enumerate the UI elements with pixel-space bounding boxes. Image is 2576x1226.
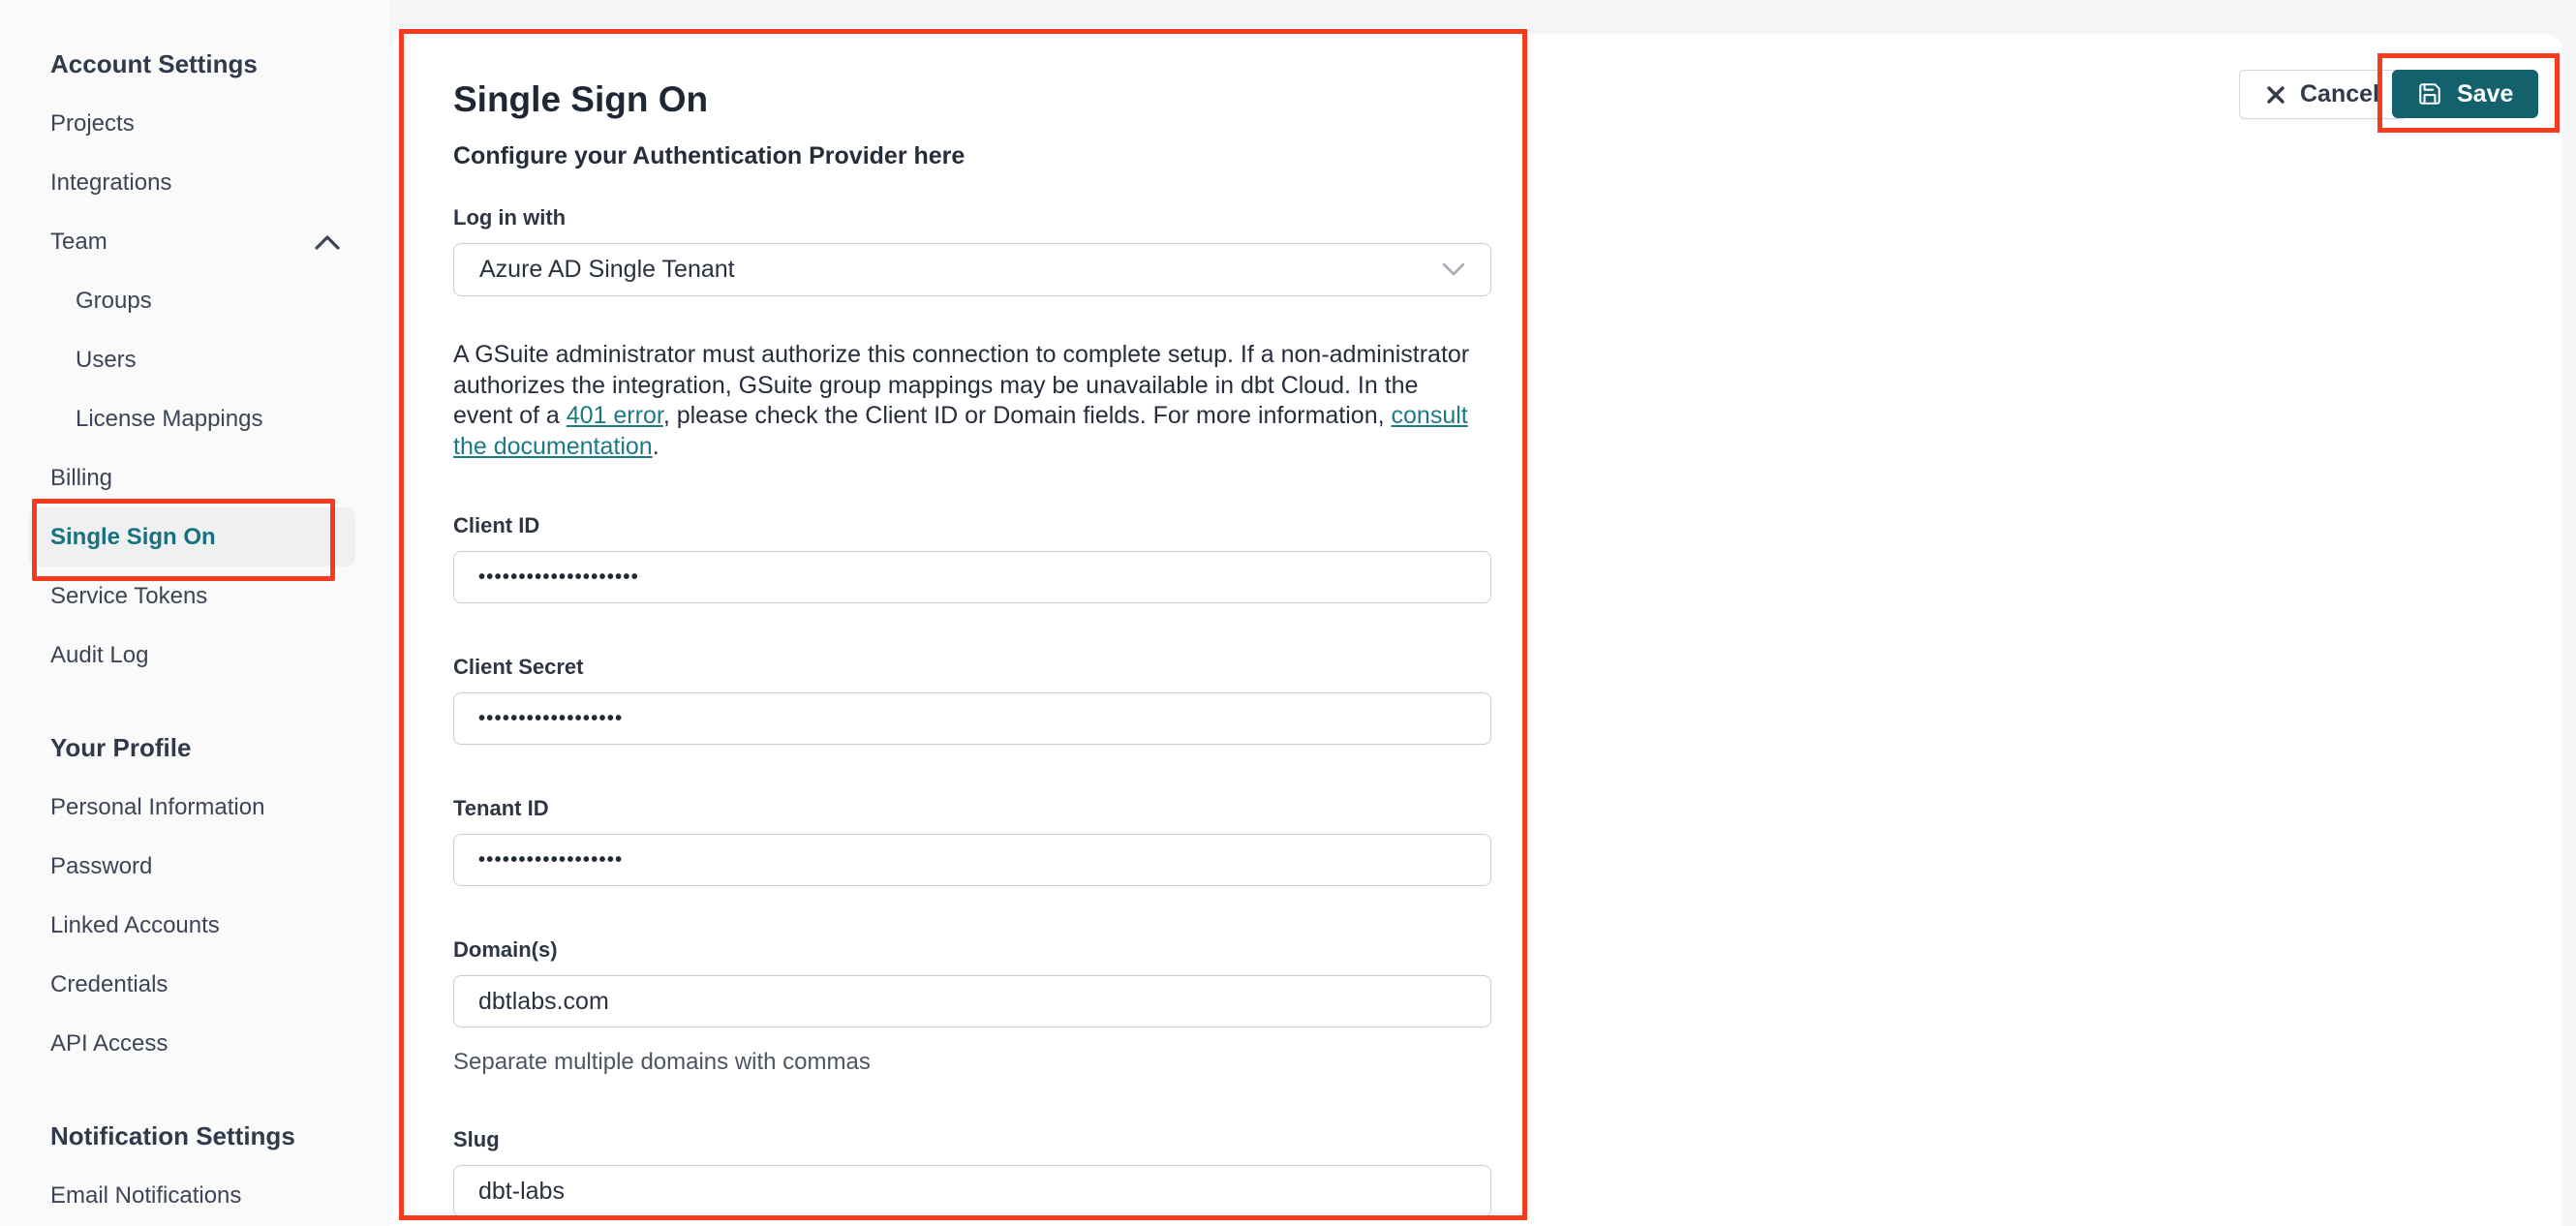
cancel-button-label: Cancel: [2300, 80, 2379, 107]
login-with-selected-value: Azure AD Single Tenant: [479, 256, 735, 283]
save-button-label: Save: [2457, 79, 2514, 107]
cancel-button[interactable]: Cancel: [2239, 70, 2407, 119]
sidebar-section-notification-settings: Notification Settings: [50, 1121, 295, 1150]
sidebar-item-email-notifications[interactable]: Email Notifications: [29, 1166, 355, 1225]
chevron-down-icon: [1442, 262, 1465, 276]
description-text: .: [652, 432, 659, 460]
settings-content-card: Single Sign On Configure your Authentica…: [390, 34, 2562, 1226]
domains-helper-text: Separate multiple domains with commas: [453, 1049, 871, 1075]
client-secret-label: Client Secret: [453, 655, 584, 679]
client-id-group: Client ID: [453, 513, 1491, 603]
sidebar-item-credentials[interactable]: Credentials: [29, 955, 355, 1014]
settings-sidebar: Account Settings Projects Integrations T…: [0, 0, 390, 1226]
domains-input[interactable]: [453, 975, 1491, 1027]
close-icon: [2267, 85, 2285, 104]
sidebar-item-single-sign-on[interactable]: Single Sign On: [29, 507, 355, 567]
sidebar-item-projects[interactable]: Projects: [29, 94, 355, 153]
sidebar-item-billing[interactable]: Billing: [29, 448, 355, 507]
client-id-input[interactable]: [453, 551, 1491, 603]
client-id-label: Client ID: [453, 513, 540, 537]
login-with-group: Log in with Azure AD Single Tenant: [453, 205, 1491, 296]
login-with-select[interactable]: Azure AD Single Tenant: [453, 243, 1491, 296]
sidebar-item-service-tokens[interactable]: Service Tokens: [29, 567, 355, 626]
sidebar-item-groups[interactable]: Groups: [29, 271, 355, 330]
sso-form: Single Sign On Configure your Authentica…: [453, 34, 1491, 1217]
tenant-id-group: Tenant ID: [453, 796, 1491, 886]
sidebar-item-label: Team: [50, 228, 107, 255]
tenant-id-input[interactable]: [453, 834, 1491, 886]
sidebar-item-integrations[interactable]: Integrations: [29, 153, 355, 212]
sidebar-item-personal-information[interactable]: Personal Information: [29, 778, 355, 837]
client-secret-group: Client Secret: [453, 655, 1491, 745]
chevron-up-icon: [315, 234, 340, 250]
domains-label: Domain(s): [453, 937, 558, 962]
provider-description: A GSuite administrator must authorize th…: [453, 340, 1480, 462]
sidebar-item-linked-accounts[interactable]: Linked Accounts: [29, 896, 355, 955]
sidebar-item-password[interactable]: Password: [29, 837, 355, 896]
slug-group: Slug: [453, 1127, 1491, 1217]
sidebar-item-license-mappings[interactable]: License Mappings: [29, 389, 355, 448]
page-subtitle: Configure your Authentication Provider h…: [453, 142, 966, 169]
slug-input[interactable]: [453, 1165, 1491, 1217]
sidebar-item-users[interactable]: Users: [29, 330, 355, 389]
login-with-label: Log in with: [453, 205, 567, 230]
description-text: , please check the Client ID or Domain f…: [662, 402, 1392, 429]
sidebar-item-api-access[interactable]: API Access: [29, 1014, 355, 1073]
sidebar-section-account-settings: Account Settings: [50, 49, 258, 78]
domains-group: Domain(s) Separate multiple domains with…: [453, 937, 1491, 1076]
tenant-id-label: Tenant ID: [453, 796, 549, 820]
sidebar-item-audit-log[interactable]: Audit Log: [29, 626, 355, 685]
sidebar-section-your-profile: Your Profile: [50, 733, 192, 762]
sidebar-item-team[interactable]: Team: [29, 212, 355, 271]
slug-label: Slug: [453, 1127, 500, 1151]
save-button[interactable]: Save: [2392, 70, 2539, 118]
save-floppy-icon: [2419, 83, 2440, 105]
401-error-link[interactable]: 401 error: [567, 402, 663, 429]
client-secret-input[interactable]: [453, 692, 1491, 745]
page-title: Single Sign On: [453, 79, 709, 119]
